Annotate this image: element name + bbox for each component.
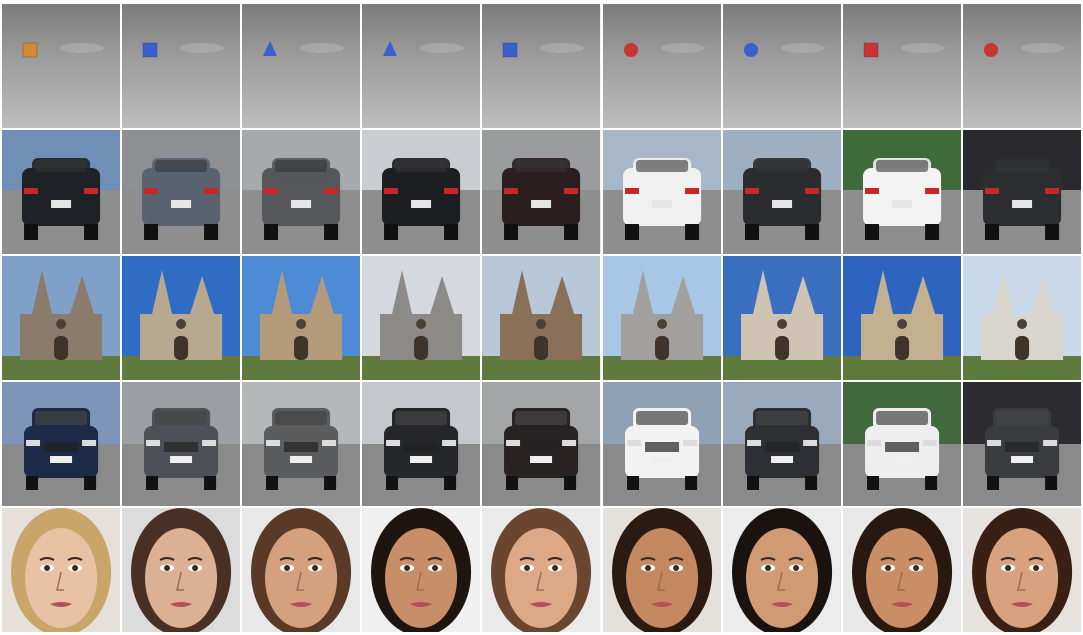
churches-thumbnail (2, 256, 121, 380)
car-front-views-thumbnail (362, 382, 481, 506)
car-front-views-thumbnail (962, 382, 1081, 506)
faces-thumbnail (242, 508, 361, 632)
synthetic-objects-thumbnail (362, 4, 481, 128)
faces-thumbnail (842, 508, 961, 632)
car-rear-views-thumbnail (602, 130, 721, 254)
car-rear-views-thumbnail (122, 130, 241, 254)
synthetic-objects-thumbnail (962, 4, 1081, 128)
synthetic-objects-thumbnail (602, 4, 721, 128)
synthetic-objects-thumbnail (842, 4, 961, 128)
synthetic-objects-thumbnail (722, 4, 841, 128)
car-front-views-thumbnail (2, 382, 121, 506)
synthetic-objects-thumbnail (2, 4, 121, 128)
faces-thumbnail (2, 508, 121, 632)
synthetic-objects-thumbnail (242, 4, 361, 128)
faces-thumbnail (362, 508, 481, 632)
faces-thumbnail (722, 508, 841, 632)
car-front-views-thumbnail (242, 382, 361, 506)
churches-thumbnail (722, 256, 841, 380)
car-front-views-thumbnail (602, 382, 721, 506)
car-rear-views-thumbnail (2, 130, 121, 254)
car-rear-views-thumbnail (722, 130, 841, 254)
car-rear-views-thumbnail (242, 130, 361, 254)
car-front-views-thumbnail (122, 382, 241, 506)
car-rear-views-thumbnail (962, 130, 1081, 254)
churches-thumbnail (602, 256, 721, 380)
car-rear-views-thumbnail (842, 130, 961, 254)
car-front-views-thumbnail (482, 382, 601, 506)
churches-thumbnail (842, 256, 961, 380)
faces-thumbnail (482, 508, 601, 632)
churches-thumbnail (122, 256, 241, 380)
churches-thumbnail (482, 256, 601, 380)
synthetic-objects-thumbnail (122, 4, 241, 128)
faces-thumbnail (602, 508, 721, 632)
faces-thumbnail (122, 508, 241, 632)
car-rear-views-thumbnail (482, 130, 601, 254)
car-front-views-thumbnail (842, 382, 961, 506)
churches-thumbnail (242, 256, 361, 380)
image-grid (2, 4, 1081, 632)
faces-thumbnail (962, 508, 1081, 632)
churches-thumbnail (962, 256, 1081, 380)
car-front-views-thumbnail (722, 382, 841, 506)
churches-thumbnail (362, 256, 481, 380)
car-rear-views-thumbnail (362, 130, 481, 254)
synthetic-objects-thumbnail (482, 4, 601, 128)
